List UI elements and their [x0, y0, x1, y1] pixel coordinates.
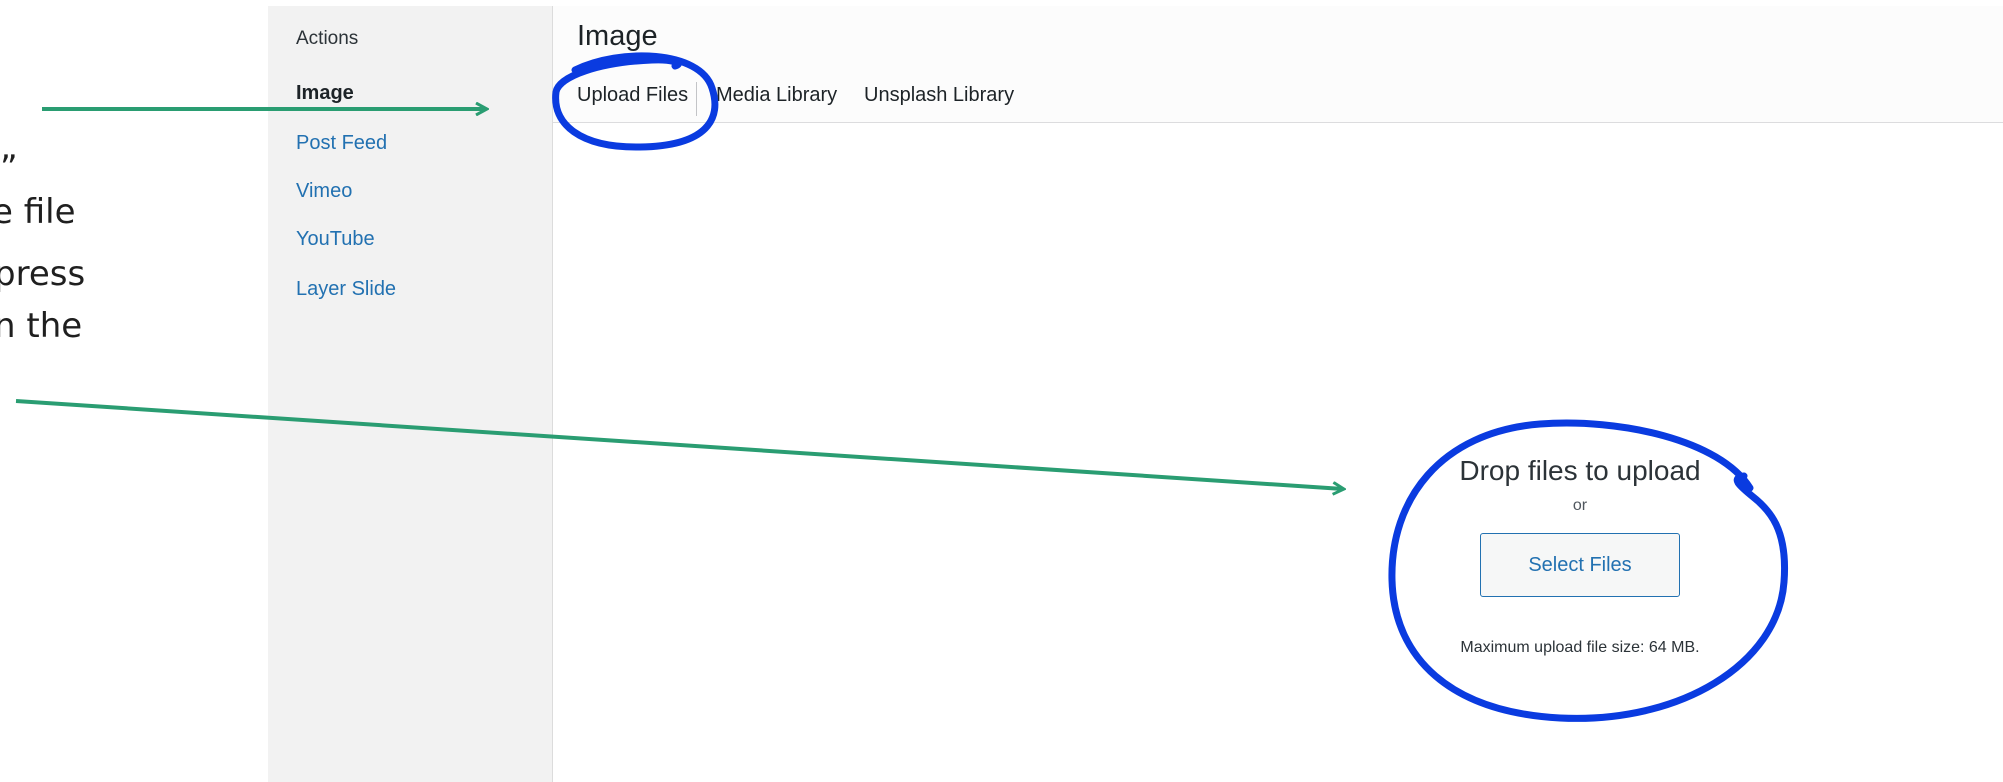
menu-item-image[interactable]: Image: [296, 82, 354, 105]
media-frame-header: Image Upload Files Media Library Unsplas…: [553, 6, 2003, 123]
menu-item-layer-slide[interactable]: Layer Slide: [296, 278, 396, 301]
drop-files-text: Drop files to upload: [1459, 455, 1701, 486]
upload-dropzone[interactable]: Drop files to upload or Select Files Max…: [1410, 455, 1750, 657]
annotation-line-1: ”: [0, 148, 18, 188]
annotation-line-4: n the: [0, 306, 83, 346]
annotation-arrow-lower: [15, 399, 1343, 489]
frame-title: Image: [577, 20, 658, 52]
annotation-line-2: e file: [0, 192, 76, 232]
menu-item-youtube[interactable]: YouTube: [296, 228, 375, 251]
menu-item-vimeo[interactable]: Vimeo: [296, 180, 352, 203]
or-text: or: [1572, 497, 1588, 514]
tab-media-library[interactable]: Media Library: [716, 84, 837, 107]
menu-heading-actions: Actions: [296, 28, 359, 49]
max-upload-size: Maximum upload file size: 64 MB.: [1460, 639, 1700, 656]
tab-unsplash-library[interactable]: Unsplash Library: [864, 84, 1014, 107]
annotation-line-3: press: [0, 254, 86, 294]
media-frame-menu: Actions Image Post Feed Vimeo YouTube La…: [268, 6, 553, 782]
menu-item-post-feed[interactable]: Post Feed: [296, 132, 387, 155]
tab-upload-files[interactable]: Upload Files: [577, 84, 688, 107]
select-files-button[interactable]: Select Files: [1480, 533, 1680, 597]
tab-divider: [696, 82, 697, 116]
